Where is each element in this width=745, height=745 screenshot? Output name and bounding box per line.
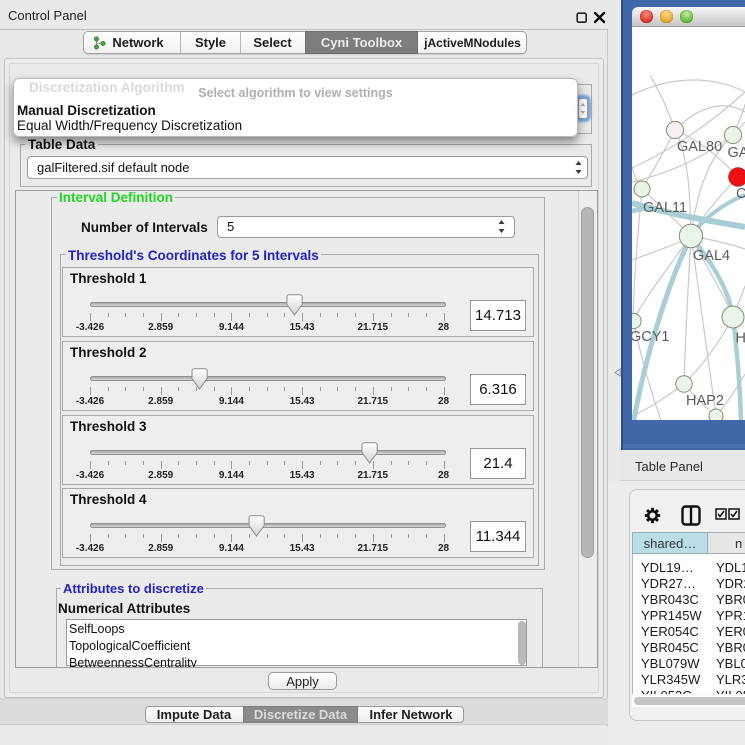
svg-text:HAP2: HAP2 xyxy=(686,393,724,409)
svg-text:GAL4: GAL4 xyxy=(693,248,730,264)
svg-text:C: C xyxy=(736,186,745,202)
svg-text:H: H xyxy=(736,331,745,347)
svg-text:GAL11: GAL11 xyxy=(643,200,687,216)
svg-text:GCY1: GCY1 xyxy=(632,329,670,345)
svg-text:GAL80: GAL80 xyxy=(677,139,722,155)
svg-text:GA: GA xyxy=(728,145,745,161)
